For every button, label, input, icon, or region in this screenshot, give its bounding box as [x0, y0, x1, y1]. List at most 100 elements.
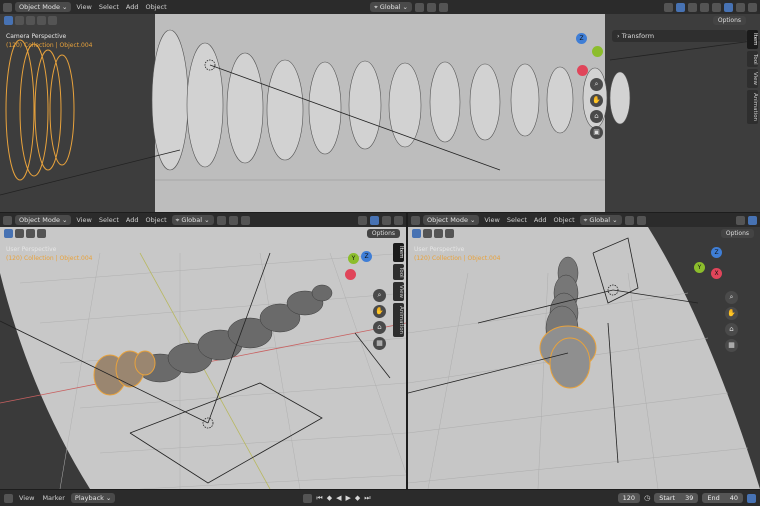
- editor-type-icon[interactable]: [3, 215, 12, 225]
- pan-hand-icon[interactable]: ✋: [725, 307, 738, 320]
- next-keyframe-icon[interactable]: ◆: [355, 494, 360, 502]
- select-extend-icon[interactable]: [434, 229, 443, 238]
- gizmo-z[interactable]: Z: [576, 33, 587, 44]
- select-subtract-icon[interactable]: [37, 229, 46, 238]
- gizmo-toggle-icon[interactable]: [370, 215, 379, 225]
- top-viewport[interactable]: Object Mode ⌄ View Select Add Object ⌖ Gl…: [0, 0, 760, 212]
- menu-view[interactable]: View: [74, 3, 93, 11]
- select-tool-icon[interactable]: [412, 229, 421, 238]
- select-extend-icon[interactable]: [26, 16, 35, 25]
- end-frame-field[interactable]: End 40: [702, 493, 743, 503]
- play-icon[interactable]: ▶: [345, 494, 350, 502]
- options-button[interactable]: Options: [720, 229, 754, 238]
- editor-type-icon[interactable]: [3, 2, 12, 12]
- options-button[interactable]: Options: [366, 229, 400, 238]
- menu-select[interactable]: Select: [505, 216, 529, 224]
- pan-hand-icon[interactable]: ✋: [373, 305, 386, 318]
- select-tool-icon[interactable]: [4, 229, 13, 238]
- select-extend-icon[interactable]: [26, 229, 35, 238]
- pivot-icon[interactable]: [624, 215, 634, 225]
- select-tool-icon[interactable]: [4, 16, 13, 25]
- camera-icon[interactable]: ⌂: [373, 321, 386, 334]
- camera-icon[interactable]: ⌂: [725, 323, 738, 336]
- tab-tool[interactable]: Tool: [393, 263, 404, 281]
- lock-icon[interactable]: ▣: [590, 126, 603, 139]
- visibility-icon[interactable]: [736, 215, 745, 225]
- menu-view[interactable]: View: [74, 216, 93, 224]
- shading-rendered-icon[interactable]: [748, 2, 757, 12]
- visibility-icon[interactable]: [358, 215, 367, 225]
- select-subtract-icon[interactable]: [37, 16, 46, 25]
- bottom-right-viewport[interactable]: Object Mode ⌄ View Select Add Object ⌖ Gl…: [408, 213, 760, 489]
- menu-object[interactable]: Object: [144, 216, 169, 224]
- transform-panel[interactable]: › Transform: [612, 30, 747, 42]
- gizmo-y[interactable]: [592, 46, 603, 57]
- pan-hand-icon[interactable]: ✋: [590, 94, 603, 107]
- xray-icon[interactable]: [700, 2, 709, 12]
- menu-add[interactable]: Add: [124, 3, 141, 11]
- shading-solid-icon[interactable]: [394, 215, 403, 225]
- tab-animation[interactable]: Animation: [747, 90, 758, 125]
- proportional-edit-icon[interactable]: [240, 215, 250, 225]
- mode-selector[interactable]: Object Mode ⌄: [423, 215, 480, 225]
- gizmo-z[interactable]: Z: [711, 247, 722, 258]
- editor-type-icon[interactable]: [411, 215, 420, 225]
- mode-selector[interactable]: Object Mode ⌄: [15, 2, 72, 12]
- camera-icon[interactable]: ⌂: [590, 110, 603, 123]
- menu-add[interactable]: Add: [124, 216, 141, 224]
- gizmo-z[interactable]: Z: [361, 251, 372, 262]
- gizmo-toggle-icon[interactable]: [748, 215, 757, 225]
- prev-keyframe-icon[interactable]: ◆: [327, 494, 332, 502]
- snap-icon[interactable]: [636, 215, 646, 225]
- visibility-icon[interactable]: [664, 2, 673, 12]
- snap-icon[interactable]: [427, 2, 436, 12]
- overlay-icon[interactable]: [688, 2, 697, 12]
- timeline-options-icon[interactable]: [747, 493, 756, 503]
- pivot-icon[interactable]: [216, 215, 226, 225]
- select-box-icon[interactable]: [423, 229, 432, 238]
- tab-item[interactable]: Item: [393, 243, 404, 262]
- tab-item[interactable]: Item: [747, 30, 758, 49]
- menu-object[interactable]: Object: [552, 216, 577, 224]
- tab-view[interactable]: View: [393, 282, 404, 302]
- menu-select[interactable]: Select: [97, 216, 121, 224]
- gizmo-x[interactable]: [345, 269, 356, 280]
- shading-material-icon[interactable]: [736, 2, 745, 12]
- zoom-icon[interactable]: ⌕: [725, 291, 738, 304]
- select-box-icon[interactable]: [15, 16, 24, 25]
- current-frame-field[interactable]: 120: [617, 493, 641, 503]
- snap-icon[interactable]: [228, 215, 238, 225]
- transform-orientation[interactable]: ⌖ Global ⌄: [579, 215, 622, 225]
- timeline-menu-view[interactable]: View: [17, 494, 36, 502]
- transform-orientation[interactable]: ⌖ Global ⌄: [171, 215, 214, 225]
- tab-animation[interactable]: Animation: [393, 303, 404, 338]
- proportional-edit-icon[interactable]: [439, 2, 448, 12]
- gizmo-x[interactable]: [577, 65, 588, 76]
- menu-add[interactable]: Add: [532, 216, 549, 224]
- gizmo-x[interactable]: X: [711, 268, 722, 279]
- timeline-menu-playback[interactable]: Playback ⌄: [70, 493, 116, 503]
- gizmo-toggle-icon[interactable]: [676, 2, 685, 12]
- grid-icon[interactable]: ▦: [725, 339, 738, 352]
- timeline-editor-icon[interactable]: [4, 493, 13, 503]
- start-frame-field[interactable]: Start 39: [654, 493, 699, 503]
- bottom-left-viewport[interactable]: Object Mode ⌄ View Select Add Object ⌖ Gl…: [0, 213, 406, 489]
- grid-icon[interactable]: ▦: [373, 337, 386, 350]
- record-icon[interactable]: [303, 493, 313, 503]
- select-intersect-icon[interactable]: [48, 16, 57, 25]
- select-subtract-icon[interactable]: [445, 229, 454, 238]
- timeline-menu-marker[interactable]: Marker: [40, 494, 66, 502]
- pivot-icon[interactable]: [415, 2, 424, 12]
- tab-view[interactable]: View: [747, 69, 758, 89]
- shading-solid-icon[interactable]: [724, 2, 733, 12]
- play-reverse-icon[interactable]: ◀: [336, 494, 341, 502]
- mode-selector[interactable]: Object Mode ⌄: [15, 215, 72, 225]
- tab-tool[interactable]: Tool: [747, 50, 758, 68]
- jump-end-icon[interactable]: ⏭: [364, 494, 370, 503]
- gizmo-y[interactable]: Y: [348, 253, 359, 264]
- select-box-icon[interactable]: [15, 229, 24, 238]
- shading-wireframe-icon[interactable]: [712, 2, 721, 12]
- gizmo-y[interactable]: Y: [694, 262, 705, 273]
- menu-object[interactable]: Object: [144, 3, 169, 11]
- menu-select[interactable]: Select: [97, 3, 121, 11]
